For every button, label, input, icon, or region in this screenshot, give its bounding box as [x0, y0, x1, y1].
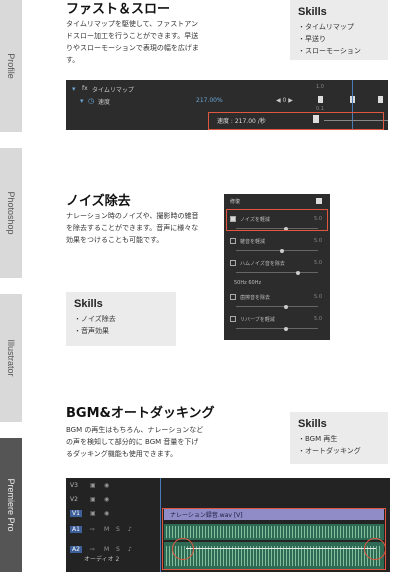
section1-skills-box: Skills ・タイムリマップ ・早送り ・スローモーション: [290, 0, 388, 60]
film-icon: ▣: [90, 482, 96, 489]
lock-icon: ⇨: [90, 526, 96, 533]
eye-icon: ◉: [104, 496, 110, 503]
mic-icon: ♪: [128, 546, 132, 553]
checkbox[interactable]: [230, 260, 236, 266]
skills-heading: Skills: [74, 298, 103, 310]
graph-tick: 1.0: [316, 84, 324, 90]
side-tab-label: Illustrator: [6, 339, 16, 377]
slider[interactable]: [236, 270, 318, 275]
chevron-down-icon: ▾: [72, 85, 76, 93]
noise-reduction-highlight: [226, 209, 328, 231]
audio-track-name: オーディオ 2: [84, 556, 120, 563]
speed-label: 速度: [98, 99, 111, 106]
skill-item: ・BGM 再生: [298, 435, 338, 443]
section2-skills-box: Skills ・ノイズ除去 ・音声効果: [66, 292, 176, 346]
side-tab-premiere-pro[interactable]: Premiere Pro: [0, 438, 22, 572]
mute-icon: M: [104, 546, 110, 553]
speed-value: 217.00%: [196, 97, 223, 104]
skill-item: ・早送り: [298, 35, 326, 43]
repair-header: 修復: [230, 199, 241, 205]
eye-icon: ◉: [104, 482, 110, 489]
section3-description: BGM の再生はもちろん、ナレーションなど の声を検知して部分的に BGM 音量…: [66, 426, 204, 458]
repair-row[interactable]: 50Hz 60Hz: [230, 278, 324, 290]
side-tab-profile[interactable]: Profile: [0, 0, 22, 132]
section3-title: BGM&オートダッキング: [66, 406, 215, 421]
checkbox[interactable]: [230, 294, 236, 300]
speed-row[interactable]: ▾ ◷ 速度 217.00% ◀ 0 ▶: [66, 94, 388, 108]
skill-item: ・ノイズ除去: [74, 315, 116, 323]
section1-description: タイムリマップを駆使して、ファストアン ドスロー加工を行うことができます。早送 …: [66, 20, 199, 64]
slider[interactable]: [236, 304, 318, 309]
section1-title: ファスト＆スロー: [66, 2, 171, 17]
keyframe-marker[interactable]: [318, 96, 323, 103]
lock-icon: ⇨: [90, 546, 96, 553]
keyframe-marker[interactable]: [378, 96, 383, 103]
repair-row[interactable]: 歯擦音を除去 5.0: [230, 292, 324, 304]
side-tab-label: Premiere Pro: [6, 478, 16, 532]
skills-heading: Skills: [298, 418, 327, 430]
speed-tooltip: 速度 : 217.00 /秒: [217, 118, 266, 125]
eye-icon: ◉: [104, 510, 110, 517]
section2-title: ノイズ除去: [66, 194, 131, 209]
slider[interactable]: [236, 326, 318, 331]
film-icon: ▣: [90, 510, 96, 517]
repair-row[interactable]: リバーブを軽減 5.0: [230, 314, 324, 326]
checkbox[interactable]: [230, 238, 236, 244]
side-tab-label: Photoshop: [6, 191, 16, 235]
section3-skills-box: Skills ・BGM 再生 ・オートダッキング: [290, 412, 388, 464]
slider[interactable]: [236, 248, 318, 253]
solo-icon: S: [116, 546, 120, 553]
film-icon: ▣: [90, 496, 96, 503]
ducking-start-circle: [172, 538, 194, 560]
solo-icon: S: [116, 526, 120, 533]
section2-description: ナレーション時のノイズや、撮影時の雑音 を除去することができます。音声に様々な …: [66, 212, 199, 244]
checkbox[interactable]: [230, 316, 236, 322]
speed-tooltip-highlight: 速度 : 217.00 /秒: [208, 112, 384, 130]
side-tab-illustrator[interactable]: Illustrator: [0, 294, 22, 422]
skill-item: ・音声効果: [74, 327, 109, 335]
side-tab-photoshop[interactable]: Photoshop: [0, 148, 22, 278]
side-tab-label: Profile: [6, 53, 16, 79]
fx-label: fx: [82, 85, 88, 92]
skill-item: ・スローモーション: [298, 47, 361, 55]
repair-row[interactable]: 雑音を軽減 5.0: [230, 236, 324, 248]
keyframe-nav: ◀ 0 ▶: [276, 97, 293, 104]
stopwatch-icon: ◷: [88, 97, 95, 105]
mic-icon: ♪: [128, 526, 132, 533]
skill-item: ・タイムリマップ: [298, 23, 354, 31]
ducking-highlight: [162, 508, 386, 570]
skill-item: ・オートダッキング: [298, 447, 361, 455]
mute-icon: M: [104, 526, 110, 533]
keyframe-icon: [313, 115, 319, 123]
playhead-line: [160, 478, 161, 572]
repair-row[interactable]: ハムノイズ音を除去 5.0: [230, 258, 324, 270]
timeremap-label: タイムリマップ: [92, 87, 134, 94]
repair-checkbox[interactable]: [316, 198, 322, 204]
chevron-down-icon: ▾: [80, 97, 84, 105]
ducking-end-circle: [364, 538, 386, 560]
skills-heading: Skills: [298, 6, 327, 18]
